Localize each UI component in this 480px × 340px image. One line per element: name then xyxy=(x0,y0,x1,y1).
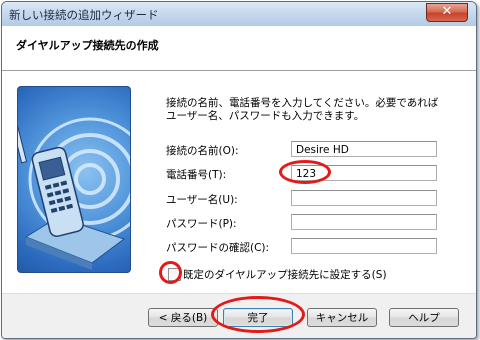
default-connection-checkbox-label[interactable]: 既定のダイヤルアップ接続先に設定する(S) xyxy=(183,267,387,282)
wizard-window: 新しい接続の追加ウィザード ✕ ダイヤルアップ接続先の作成 接続の名前、電話番号… xyxy=(1,1,477,339)
wizard-header: ダイヤルアップ接続先の作成 xyxy=(2,26,476,71)
close-icon: ✕ xyxy=(441,4,453,19)
confirm-password-label: パスワードの確認(C): xyxy=(166,242,270,254)
cancel-button[interactable]: キャンセル xyxy=(307,308,377,327)
window-title: 新しい接続の追加ウィザード xyxy=(9,8,159,22)
help-button[interactable]: ヘルプ xyxy=(389,308,459,327)
password-label: パスワード(P): xyxy=(166,218,237,230)
username-label: ユーザー名(U): xyxy=(166,194,238,206)
default-connection-checkbox[interactable] xyxy=(168,268,181,281)
back-button[interactable]: < 戻る(B) xyxy=(148,308,218,327)
phone-icon xyxy=(18,116,130,270)
phone-number-label: 電話番号(T): xyxy=(166,169,227,181)
instructions-text: 接続の名前、電話番号を入力してください。必要であればユーザー名、パスワードも入力… xyxy=(166,97,439,122)
title-bar[interactable]: 新しい接続の追加ウィザード ✕ xyxy=(2,2,476,26)
connection-name-label: 接続の名前(O): xyxy=(166,145,239,157)
phone-number-field[interactable]: 123 xyxy=(291,165,437,181)
username-field[interactable] xyxy=(291,190,437,206)
confirm-password-field[interactable] xyxy=(291,238,437,254)
button-bar: < 戻る(B) 完了 キャンセル ヘルプ xyxy=(2,293,476,338)
page-title: ダイヤルアップ接続先の作成 xyxy=(16,39,159,52)
phone-signal-illustration xyxy=(17,86,131,273)
wizard-body: 接続の名前、電話番号を入力してください。必要であればユーザー名、パスワードも入力… xyxy=(2,71,476,293)
connection-name-field[interactable]: Desire HD xyxy=(291,141,437,157)
close-button[interactable]: ✕ xyxy=(426,3,468,22)
finish-button[interactable]: 完了 xyxy=(223,308,293,327)
password-field[interactable] xyxy=(291,214,437,230)
